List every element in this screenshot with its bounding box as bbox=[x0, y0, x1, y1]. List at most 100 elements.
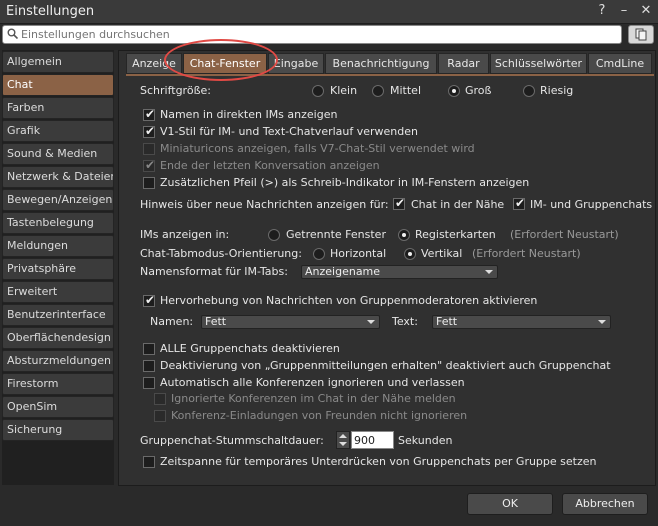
extra-arrow-label: Zusätzlichen Pfeil (>) als Schreib-Indik… bbox=[160, 176, 530, 189]
cancel-button[interactable]: Abbrechen bbox=[562, 493, 648, 515]
names-in-ims-label: Namen in direkten IMs anzeigen bbox=[160, 108, 338, 121]
tab-bar: Anzeige Chat-Fenster Eingabe Benachricht… bbox=[126, 53, 654, 74]
disable-all-groups-label: ALLE Gruppenchats deaktivieren bbox=[160, 342, 340, 355]
mute-duration-input[interactable] bbox=[351, 431, 394, 449]
font-size-mittel-label: Mittel bbox=[390, 84, 421, 97]
nearby-chat-label: Chat in der Nähe bbox=[411, 198, 505, 211]
sidebar-item-tastenbelegung[interactable]: Tastenbelegung bbox=[2, 212, 114, 234]
radio-dot bbox=[402, 233, 406, 237]
sidebar-item-bewegen-anzeigen[interactable]: Bewegen/Anzeigen bbox=[2, 189, 114, 211]
sidebar-item-grafik[interactable]: Grafik bbox=[2, 120, 114, 142]
sidebar-item-sicherung[interactable]: Sicherung bbox=[2, 419, 114, 441]
orient-vertical-label: Vertikal bbox=[421, 247, 463, 260]
font-size-klein-radio[interactable] bbox=[312, 85, 324, 97]
mute-duration-stepper[interactable] bbox=[336, 431, 350, 449]
ims-restart-note: (Erfordert Neustart) bbox=[510, 228, 619, 241]
auto-ignore-checkbox[interactable] bbox=[143, 377, 155, 389]
title-bar-controls: ? – ✕ bbox=[596, 3, 652, 18]
check-icon: ✔ bbox=[145, 124, 156, 138]
mute-duration-label: Gruppenchat-Stummschaltdauer: bbox=[140, 434, 324, 447]
extra-arrow-checkbox[interactable] bbox=[143, 177, 155, 189]
check-icon: ✔ bbox=[395, 196, 406, 210]
sidebar-item-absturzmeldungen[interactable]: Absturzmeldungen bbox=[2, 350, 114, 372]
deactivate-notices-checkbox[interactable] bbox=[143, 360, 155, 372]
chevron-up-icon[interactable] bbox=[339, 434, 347, 438]
close-icon[interactable]: ✕ bbox=[640, 3, 652, 18]
ims-separate-radio[interactable] bbox=[268, 229, 280, 241]
moderator-text-label: Text: bbox=[392, 315, 418, 328]
v1-style-label: V1-Stil für IM- und Text-Chatverlauf ver… bbox=[160, 125, 419, 138]
sidebar-item-erweitert[interactable]: Erweitert bbox=[2, 281, 114, 303]
tab-orient-label: Chat-Tabmodus-Orientierung: bbox=[140, 247, 302, 260]
font-size-riesig-radio[interactable] bbox=[523, 85, 535, 97]
title-bar: Einstellungen ? – ✕ bbox=[0, 0, 658, 24]
check-icon: ✔ bbox=[515, 196, 526, 210]
im-group-label: IM- und Gruppenchats bbox=[530, 198, 653, 211]
sidebar-item-chat[interactable]: Chat bbox=[2, 74, 114, 96]
ignore-nearby-label: Ignorierte Konferenzen im Chat in der Nä… bbox=[171, 392, 456, 405]
copy-button[interactable] bbox=[628, 25, 654, 44]
tab-benachrichtigung[interactable]: Benachrichtigung bbox=[325, 53, 437, 74]
font-size-klein-label: Klein bbox=[330, 84, 358, 97]
disable-all-groups-checkbox[interactable] bbox=[143, 343, 155, 355]
moderator-name-dropdown[interactable]: Fett bbox=[201, 315, 380, 329]
help-icon[interactable]: ? bbox=[596, 3, 608, 18]
minimize-icon[interactable]: – bbox=[618, 3, 630, 18]
orient-horizontal-label: Horizontal bbox=[330, 247, 387, 260]
ok-button[interactable]: OK bbox=[467, 493, 553, 515]
nearby-chat-checkbox[interactable]: ✔ bbox=[393, 196, 406, 210]
chevron-down-icon bbox=[485, 270, 493, 274]
tab-cmdline[interactable]: CmdLine bbox=[588, 53, 652, 74]
auto-ignore-label: Automatisch alle Konferenzen ignorieren … bbox=[160, 376, 465, 389]
mute-duration-unit: Sekunden bbox=[398, 434, 453, 447]
radio-dot bbox=[408, 252, 412, 256]
end-conversation-label: Ende der letzten Konversation anzeigen bbox=[160, 159, 380, 172]
sidebar-item-benutzerinterface[interactable]: Benutzerinterface bbox=[2, 304, 114, 326]
tab-schluesselwoerter[interactable]: Schlüsselwörter bbox=[490, 53, 587, 74]
check-icon: ✔ bbox=[145, 107, 156, 121]
orient-vertical-radio[interactable] bbox=[404, 248, 416, 260]
sidebar-item-allgemein[interactable]: Allgemein bbox=[2, 51, 114, 73]
sidebar-item-firestorm[interactable]: Firestorm bbox=[2, 373, 114, 395]
ignore-nearby-checkbox bbox=[154, 393, 166, 405]
tab-anzeige[interactable]: Anzeige bbox=[126, 53, 182, 74]
category-sidebar: Allgemein Chat Farben Grafik Sound & Med… bbox=[2, 50, 114, 485]
sidebar-item-privatsphaere[interactable]: Privatsphäre bbox=[2, 258, 114, 280]
name-format-dropdown[interactable]: Anzeigename bbox=[301, 265, 498, 279]
deactivate-notices-label: Deaktivierung von „Gruppenmitteilungen e… bbox=[160, 359, 611, 372]
font-size-mittel-radio[interactable] bbox=[372, 85, 384, 97]
orient-horizontal-radio[interactable] bbox=[313, 248, 325, 260]
tab-chat-fenster[interactable]: Chat-Fenster bbox=[183, 53, 267, 74]
chevron-down-icon bbox=[367, 320, 375, 324]
radio-dot bbox=[452, 89, 456, 93]
sidebar-item-oberflaechendesign[interactable]: Oberflächendesign bbox=[2, 327, 114, 349]
chevron-down-icon[interactable] bbox=[339, 442, 347, 446]
tab-eingabe[interactable]: Eingabe bbox=[268, 53, 324, 74]
moderator-text-dropdown[interactable]: Fett bbox=[432, 315, 611, 329]
mini-icons-checkbox bbox=[143, 143, 155, 155]
search-input[interactable] bbox=[21, 27, 611, 42]
search-icon bbox=[7, 28, 18, 39]
sidebar-item-farben[interactable]: Farben bbox=[2, 97, 114, 119]
names-in-ims-checkbox[interactable]: ✔ bbox=[143, 107, 156, 121]
sidebar-item-opensim[interactable]: OpenSim bbox=[2, 396, 114, 418]
font-size-gross-radio[interactable] bbox=[448, 85, 460, 97]
search-box[interactable] bbox=[2, 25, 622, 44]
tab-underline bbox=[126, 74, 654, 76]
v1-style-checkbox[interactable]: ✔ bbox=[143, 124, 156, 138]
temp-suppress-checkbox[interactable] bbox=[143, 456, 155, 468]
new-msg-label: Hinweis über neue Nachrichten anzeigen f… bbox=[140, 198, 389, 211]
name-format-label: Namensformat für IM-Tabs: bbox=[140, 265, 288, 278]
tab-radar[interactable]: Radar bbox=[438, 53, 489, 74]
moderator-highlight-checkbox[interactable]: ✔ bbox=[143, 293, 156, 307]
im-group-checkbox[interactable]: ✔ bbox=[513, 196, 526, 210]
ims-tabs-radio[interactable] bbox=[398, 229, 410, 241]
sidebar-item-netzwerk-dateien[interactable]: Netzwerk & Dateien bbox=[2, 166, 114, 188]
moderator-highlight-label: Hervorhebung von Nachrichten von Gruppen… bbox=[160, 294, 538, 307]
ims-separate-label: Getrennte Fenster bbox=[286, 228, 386, 241]
moderator-name-value: Fett bbox=[205, 315, 227, 328]
check-icon: ✔ bbox=[145, 293, 156, 307]
sidebar-item-sound-medien[interactable]: Sound & Medien bbox=[2, 143, 114, 165]
friend-invites-label: Konferenz-Einladungen von Freunden nicht… bbox=[171, 409, 468, 422]
sidebar-item-meldungen[interactable]: Meldungen bbox=[2, 235, 114, 257]
